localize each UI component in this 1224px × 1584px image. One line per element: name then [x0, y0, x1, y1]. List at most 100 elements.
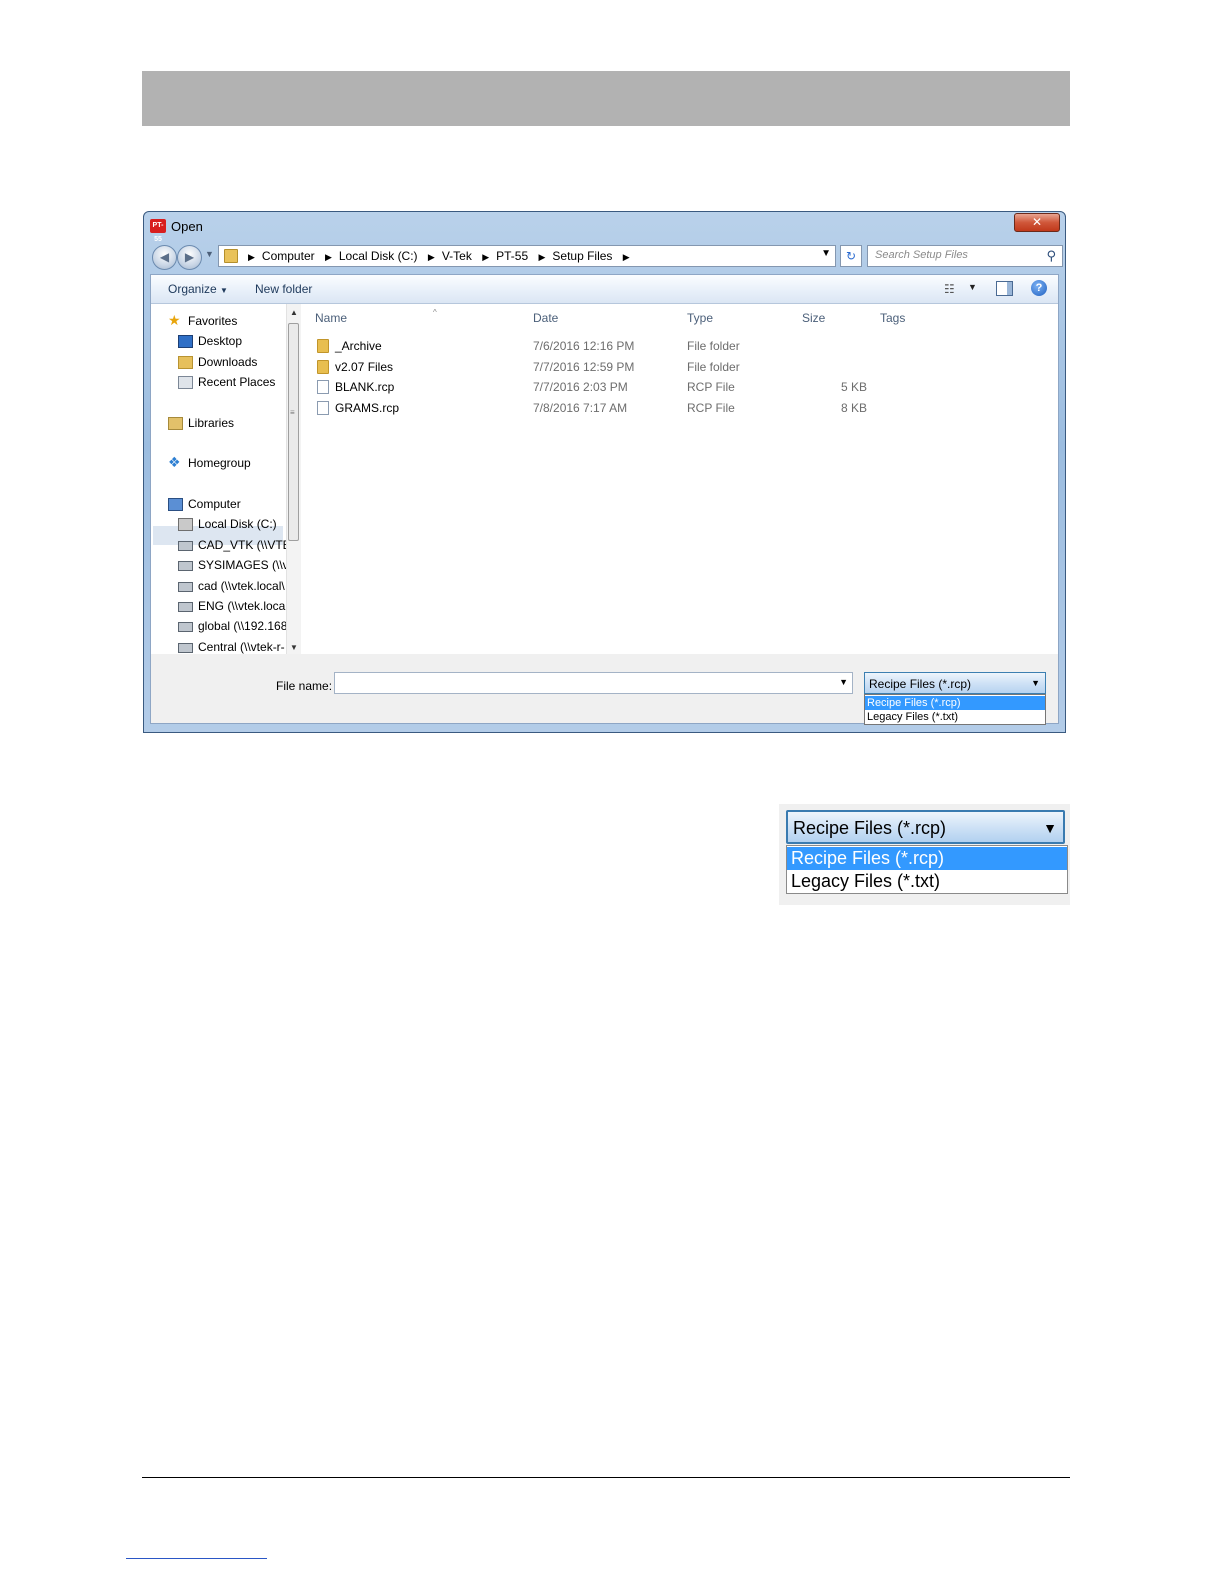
address-dropdown-icon[interactable]: ▼ [821, 248, 831, 259]
organize-label: Organize [168, 282, 217, 296]
nav-item-label: ENG (\\vtek.local [198, 599, 286, 613]
homegroup-icon: ❖ [168, 454, 181, 470]
recent-locations-dropdown[interactable]: ▼ [205, 249, 214, 259]
network-drive-icon [178, 622, 193, 632]
network-drive-icon [178, 643, 193, 653]
zoom-file-type-select[interactable]: Recipe Files (*.rcp) ▼ [786, 810, 1065, 844]
nav-item-label: CAD_VTK (\\VTEI [198, 538, 286, 552]
scroll-down-arrow-icon[interactable]: ▼ [290, 643, 298, 652]
search-input[interactable]: Search Setup Files [875, 249, 968, 261]
zoomed-file-type-inset: Recipe Files (*.rcp) ▼ Recipe Files (*.r… [779, 804, 1070, 905]
new-folder-button[interactable]: New folder [255, 282, 312, 296]
file-row[interactable]: GRAMS.rcp 7/8/2016 7:17 AM RCP File 8 KB [301, 399, 1058, 419]
column-header-type[interactable]: Type [687, 311, 713, 325]
file-row[interactable]: v2.07 Files 7/7/2016 12:59 PM File folde… [301, 358, 1058, 378]
file-name-area: File name: ▼ Recipe Files (*.rcp) ▼ Reci… [151, 655, 1058, 725]
nav-item-label: Desktop [198, 334, 243, 348]
file-type-options: Recipe Files (*.rcp) Legacy Files (*.txt… [864, 694, 1046, 725]
title-bar: PT-55 Open ✕ [144, 212, 1065, 243]
nav-item-label: Recent Places [198, 375, 276, 389]
folder-icon [317, 360, 329, 374]
back-button[interactable]: ◀ [152, 245, 177, 270]
breadcrumb-arrow-icon[interactable]: ▶ [538, 252, 545, 262]
breadcrumb-setup-files[interactable]: Setup Files [552, 249, 612, 263]
help-icon[interactable]: ? [1031, 280, 1047, 296]
network-drive-icon [178, 582, 193, 592]
breadcrumb-local-disk[interactable]: Local Disk (C:) [339, 249, 418, 263]
file-type: RCP File [687, 401, 735, 415]
file-date: 7/8/2016 7:17 AM [533, 401, 628, 415]
column-header-date[interactable]: Date [533, 311, 558, 325]
recent-places-icon [178, 376, 193, 389]
chevron-down-icon[interactable]: ▼ [839, 677, 848, 687]
document-icon [317, 380, 329, 394]
column-header-size[interactable]: Size [802, 311, 825, 325]
close-button[interactable]: ✕ [1014, 213, 1060, 232]
breadcrumb-arrow-icon[interactable]: ▶ [623, 252, 630, 262]
file-type: RCP File [687, 380, 735, 394]
file-type-select[interactable]: Recipe Files (*.rcp) ▼ [864, 672, 1046, 694]
file-date: 7/7/2016 12:59 PM [533, 360, 635, 374]
window-title: Open [171, 219, 203, 234]
file-size: 5 KB [840, 380, 867, 394]
change-view-icon[interactable]: ☷ [944, 282, 955, 296]
libraries-icon [168, 417, 183, 430]
navigation-pane: ★ Favorites Desktop Downloads Recent Plac… [151, 304, 286, 654]
refresh-button[interactable]: ↻ [840, 245, 862, 267]
file-name: BLANK.rcp [335, 380, 395, 394]
nav-item-label: SYSIMAGES (\\vt [198, 558, 286, 572]
file-type-selected: Recipe Files (*.rcp) [869, 677, 972, 691]
computer-icon [168, 498, 183, 511]
file-row[interactable]: BLANK.rcp 7/7/2016 2:03 PM RCP File 5 KB [301, 378, 1058, 398]
forward-button[interactable]: ▶ [177, 245, 202, 270]
search-box[interactable]: Search Setup Files ⚲ [867, 245, 1063, 267]
search-icon[interactable]: ⚲ [1046, 248, 1056, 264]
file-name-input[interactable]: ▼ [334, 672, 853, 694]
folder-icon [224, 249, 238, 263]
scroll-up-arrow-icon[interactable]: ▲ [290, 308, 298, 317]
file-date: 7/6/2016 12:16 PM [533, 339, 635, 353]
open-file-dialog: PT-55 Open ✕ ◀ ▶ ▼ ▶ Computer ▶ Local Disk… [143, 211, 1066, 733]
chevron-down-icon: ▼ [1043, 820, 1057, 836]
nav-item-label: cad (\\vtek.local\ [198, 579, 285, 593]
file-date: 7/7/2016 2:03 PM [533, 380, 628, 394]
network-drive-icon [178, 602, 193, 612]
dialog-body: Organize ▼ New folder ☷ ▼ ? ★ Favorites D… [150, 274, 1059, 725]
zoom-option-legacy[interactable]: Legacy Files (*.txt) [787, 870, 1067, 893]
chevron-down-icon: ▼ [1031, 678, 1040, 688]
address-bar[interactable]: ▶ Computer ▶ Local Disk (C:) ▶ V-Tek ▶ PT-55… [218, 245, 836, 267]
network-drive-icon [178, 561, 193, 571]
document-icon [317, 401, 329, 415]
column-header-name[interactable]: Name ^ [315, 308, 437, 325]
scrollbar-thumb[interactable] [288, 323, 299, 541]
breadcrumb-v-tek[interactable]: V-Tek [442, 249, 472, 263]
nav-pane-scrollbar[interactable]: ▲ ≡ ▼ [286, 304, 301, 654]
breadcrumb-pt-55[interactable]: PT-55 [496, 249, 528, 263]
file-row[interactable]: _Archive 7/6/2016 12:16 PM File folder [301, 337, 1058, 357]
footer-link-underline [126, 1558, 267, 1559]
file-type-option-legacy[interactable]: Legacy Files (*.txt) [865, 710, 1045, 724]
zoom-selected-text: Recipe Files (*.rcp) [793, 818, 947, 838]
star-icon: ★ [168, 312, 181, 328]
file-name: _Archive [335, 339, 382, 353]
file-name: GRAMS.rcp [335, 401, 400, 415]
file-name: v2.07 Files [335, 360, 394, 374]
preview-pane-icon[interactable] [996, 281, 1013, 296]
network-drive-icon [178, 541, 193, 551]
breadcrumb-arrow-icon[interactable]: ▶ [325, 252, 332, 262]
zoom-option-recipe[interactable]: Recipe Files (*.rcp) [787, 847, 1067, 870]
column-header-tags[interactable]: Tags [880, 311, 905, 325]
nav-item-label: Favorites [188, 314, 238, 328]
breadcrumb-arrow-icon[interactable]: ▶ [248, 252, 255, 262]
breadcrumb-arrow-icon[interactable]: ▶ [428, 252, 435, 262]
breadcrumb-computer[interactable]: Computer [262, 249, 315, 263]
downloads-icon [178, 356, 193, 369]
file-type-option-recipe[interactable]: Recipe Files (*.rcp) [865, 696, 1045, 710]
navigation-row: ◀ ▶ ▼ ▶ Computer ▶ Local Disk (C:) ▶ V-Tek … [150, 243, 1063, 270]
view-options-dropdown-icon[interactable]: ▼ [968, 282, 977, 292]
breadcrumb-arrow-icon[interactable]: ▶ [482, 252, 489, 262]
desktop-icon [178, 335, 193, 348]
sort-ascending-icon: ^ [433, 308, 437, 317]
file-size: 8 KB [840, 401, 867, 415]
organize-button[interactable]: Organize ▼ [168, 282, 228, 296]
